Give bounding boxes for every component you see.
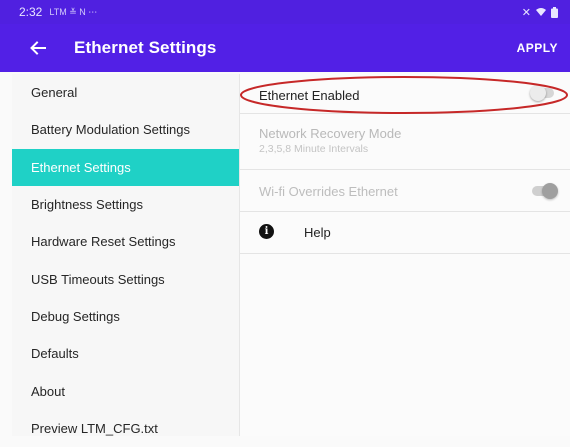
network-recovery-label: Network Recovery Mode [259,126,402,141]
status-bar: 2:32 LTM ≚ N ⋯ ✕ [0,0,570,24]
back-arrow-icon[interactable] [27,37,49,59]
app-bar: Ethernet Settings APPLY [0,24,570,72]
sidebar-item-label: Battery Modulation Settings [31,122,190,138]
toggle-knob [542,183,558,199]
sidebar-item-label: About [31,383,65,399]
apply-button[interactable]: APPLY [517,24,558,72]
ethernet-enabled-row[interactable]: Ethernet Enabled [240,74,570,114]
sidebar-item-hardware-reset[interactable]: Hardware Reset Settings [12,223,239,260]
status-time: 2:32 [19,5,43,19]
status-notification-icons: LTM ≚ N ⋯ [49,6,98,17]
sidebar-item-label: Preview LTM_CFG.txt [31,420,158,436]
toggle-knob [530,85,546,101]
settings-sidebar: General Battery Modulation Settings Ethe… [12,74,240,436]
status-system-icons: ✕ [522,6,558,19]
sidebar-item-ethernet[interactable]: Ethernet Settings [12,148,239,186]
mute-icon: ✕ [521,6,531,19]
sidebar-item-general[interactable]: General [12,74,239,111]
help-label: Help [304,225,331,240]
settings-panel: Ethernet Enabled Network Recovery Mode 2… [240,74,570,436]
sidebar-item-usb-timeouts[interactable]: USB Timeouts Settings [12,260,239,297]
info-icon[interactable]: i [259,224,274,239]
sidebar-item-label: Ethernet Settings [31,159,131,175]
sidebar-item-label: Debug Settings [31,308,120,324]
page-title: Ethernet Settings [74,38,217,57]
sidebar-item-label: Hardware Reset Settings [31,234,176,250]
network-recovery-summary: 2,3,5,8 Minute Intervals [259,143,369,155]
sidebar-item-battery-modulation[interactable]: Battery Modulation Settings [12,111,239,148]
sidebar-item-label: Defaults [31,346,79,362]
sidebar-item-label: USB Timeouts Settings [31,271,165,287]
wifi-overrides-label: Wi-fi Overrides Ethernet [259,184,398,199]
wifi-overrides-row[interactable]: Wi-fi Overrides Ethernet [240,170,570,212]
ethernet-enabled-label: Ethernet Enabled [259,88,360,103]
sidebar-item-label: Brightness Settings [31,197,144,213]
help-row[interactable]: i Help [240,212,570,254]
battery-icon [551,6,558,18]
wifi-icon [536,8,546,16]
sidebar-item-brightness[interactable]: Brightness Settings [12,186,239,223]
sidebar-item-about[interactable]: About [12,372,239,409]
sidebar-item-label: General [31,85,78,101]
ethernet-enabled-toggle[interactable] [530,85,554,101]
network-recovery-row[interactable]: Network Recovery Mode 2,3,5,8 Minute Int… [240,114,570,170]
wifi-overrides-toggle[interactable] [532,183,558,199]
sidebar-item-defaults[interactable]: Defaults [12,335,239,372]
sidebar-item-debug[interactable]: Debug Settings [12,298,239,335]
sidebar-item-preview-config[interactable]: Preview LTM_CFG.txt [12,410,239,447]
